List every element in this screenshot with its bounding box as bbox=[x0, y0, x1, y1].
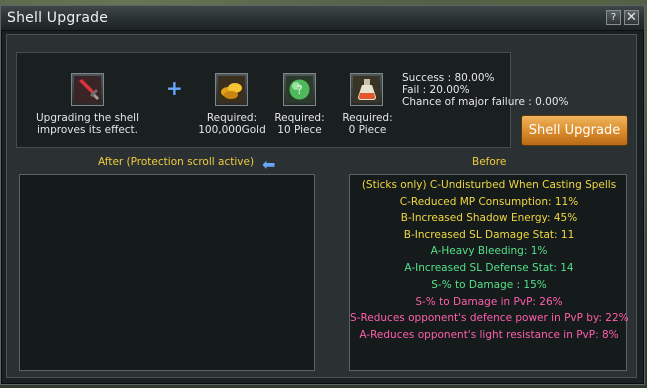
sword-icon bbox=[74, 76, 101, 103]
close-button[interactable]: ✕ bbox=[624, 10, 639, 25]
material-requirement-value: 10 Piece bbox=[277, 124, 322, 136]
fail-chance: Fail : 20.00% bbox=[402, 84, 470, 96]
title-bar[interactable]: Shell Upgrade ? ✕ bbox=[1, 6, 644, 31]
potion-flask-icon bbox=[353, 76, 380, 103]
gold-requirement: Required: 100,000Gold bbox=[197, 112, 267, 136]
after-label: After (Protection scroll active) bbox=[98, 156, 255, 168]
effect-line: A-Increased SL Defense Stat: 14 bbox=[404, 262, 574, 274]
effect-line: S-Reduces opponent's defence power in Pv… bbox=[350, 312, 629, 324]
shell-description: Upgrading the shell improves its effect. bbox=[30, 112, 145, 136]
gold-coins-icon bbox=[218, 76, 245, 103]
scroll-requirement: Required: 0 Piece bbox=[335, 112, 400, 136]
arrow-left-icon: ⬅ bbox=[262, 155, 276, 174]
svg-text:?: ? bbox=[296, 83, 302, 97]
shell-description-line2: improves its effect. bbox=[36, 124, 139, 136]
help-button[interactable]: ? bbox=[606, 10, 621, 25]
after-effects-panel bbox=[19, 174, 315, 371]
before-label: Before bbox=[472, 156, 507, 168]
effect-line: S-% to Damage in PvP: 26% bbox=[415, 296, 563, 308]
before-effects-panel: (Sticks only) C-Undisturbed When Casting… bbox=[349, 174, 629, 371]
scroll-requirement-label: Required: bbox=[342, 112, 393, 124]
green-orb-icon: ? bbox=[286, 76, 313, 103]
shell-description-line1: Upgrading the shell bbox=[36, 112, 139, 124]
material-requirement: Required: 10 Piece bbox=[267, 112, 332, 136]
gold-slot[interactable] bbox=[215, 73, 248, 106]
gold-requirement-value: 100,000Gold bbox=[198, 124, 266, 136]
window-title: Shell Upgrade bbox=[7, 10, 109, 26]
success-chance: Success : 80.00% bbox=[402, 72, 495, 84]
plus-icon: + bbox=[166, 76, 183, 100]
gold-requirement-label: Required: bbox=[206, 112, 258, 124]
shell-upgrade-button[interactable]: Shell Upgrade bbox=[521, 115, 628, 146]
effect-line: (Sticks only) C-Undisturbed When Casting… bbox=[361, 179, 617, 191]
effect-line: B-Increased Shadow Energy: 45% bbox=[400, 212, 578, 224]
effect-line: B-Increased SL Damage Stat: 11 bbox=[403, 229, 575, 241]
effect-line: A-Reduces opponent's light resistance in… bbox=[359, 329, 619, 341]
effect-line: S-% to Damage : 15% bbox=[431, 279, 547, 291]
upgrade-chances: Success : 80.00% Fail : 20.00% Chance of… bbox=[402, 72, 569, 108]
material-requirement-label: Required: bbox=[274, 112, 325, 124]
scroll-requirement-value: 0 Piece bbox=[348, 124, 387, 136]
protection-scroll-slot[interactable] bbox=[350, 73, 383, 106]
material-slot[interactable]: ? bbox=[283, 73, 316, 106]
major-failure-chance: Chance of major failure : 0.00% bbox=[402, 96, 569, 108]
effect-line: C-Reduced MP Consumption: 11% bbox=[399, 196, 579, 208]
shell-item-slot[interactable] bbox=[71, 73, 104, 106]
effect-line: A-Heavy Bleeding: 1% bbox=[430, 245, 548, 257]
